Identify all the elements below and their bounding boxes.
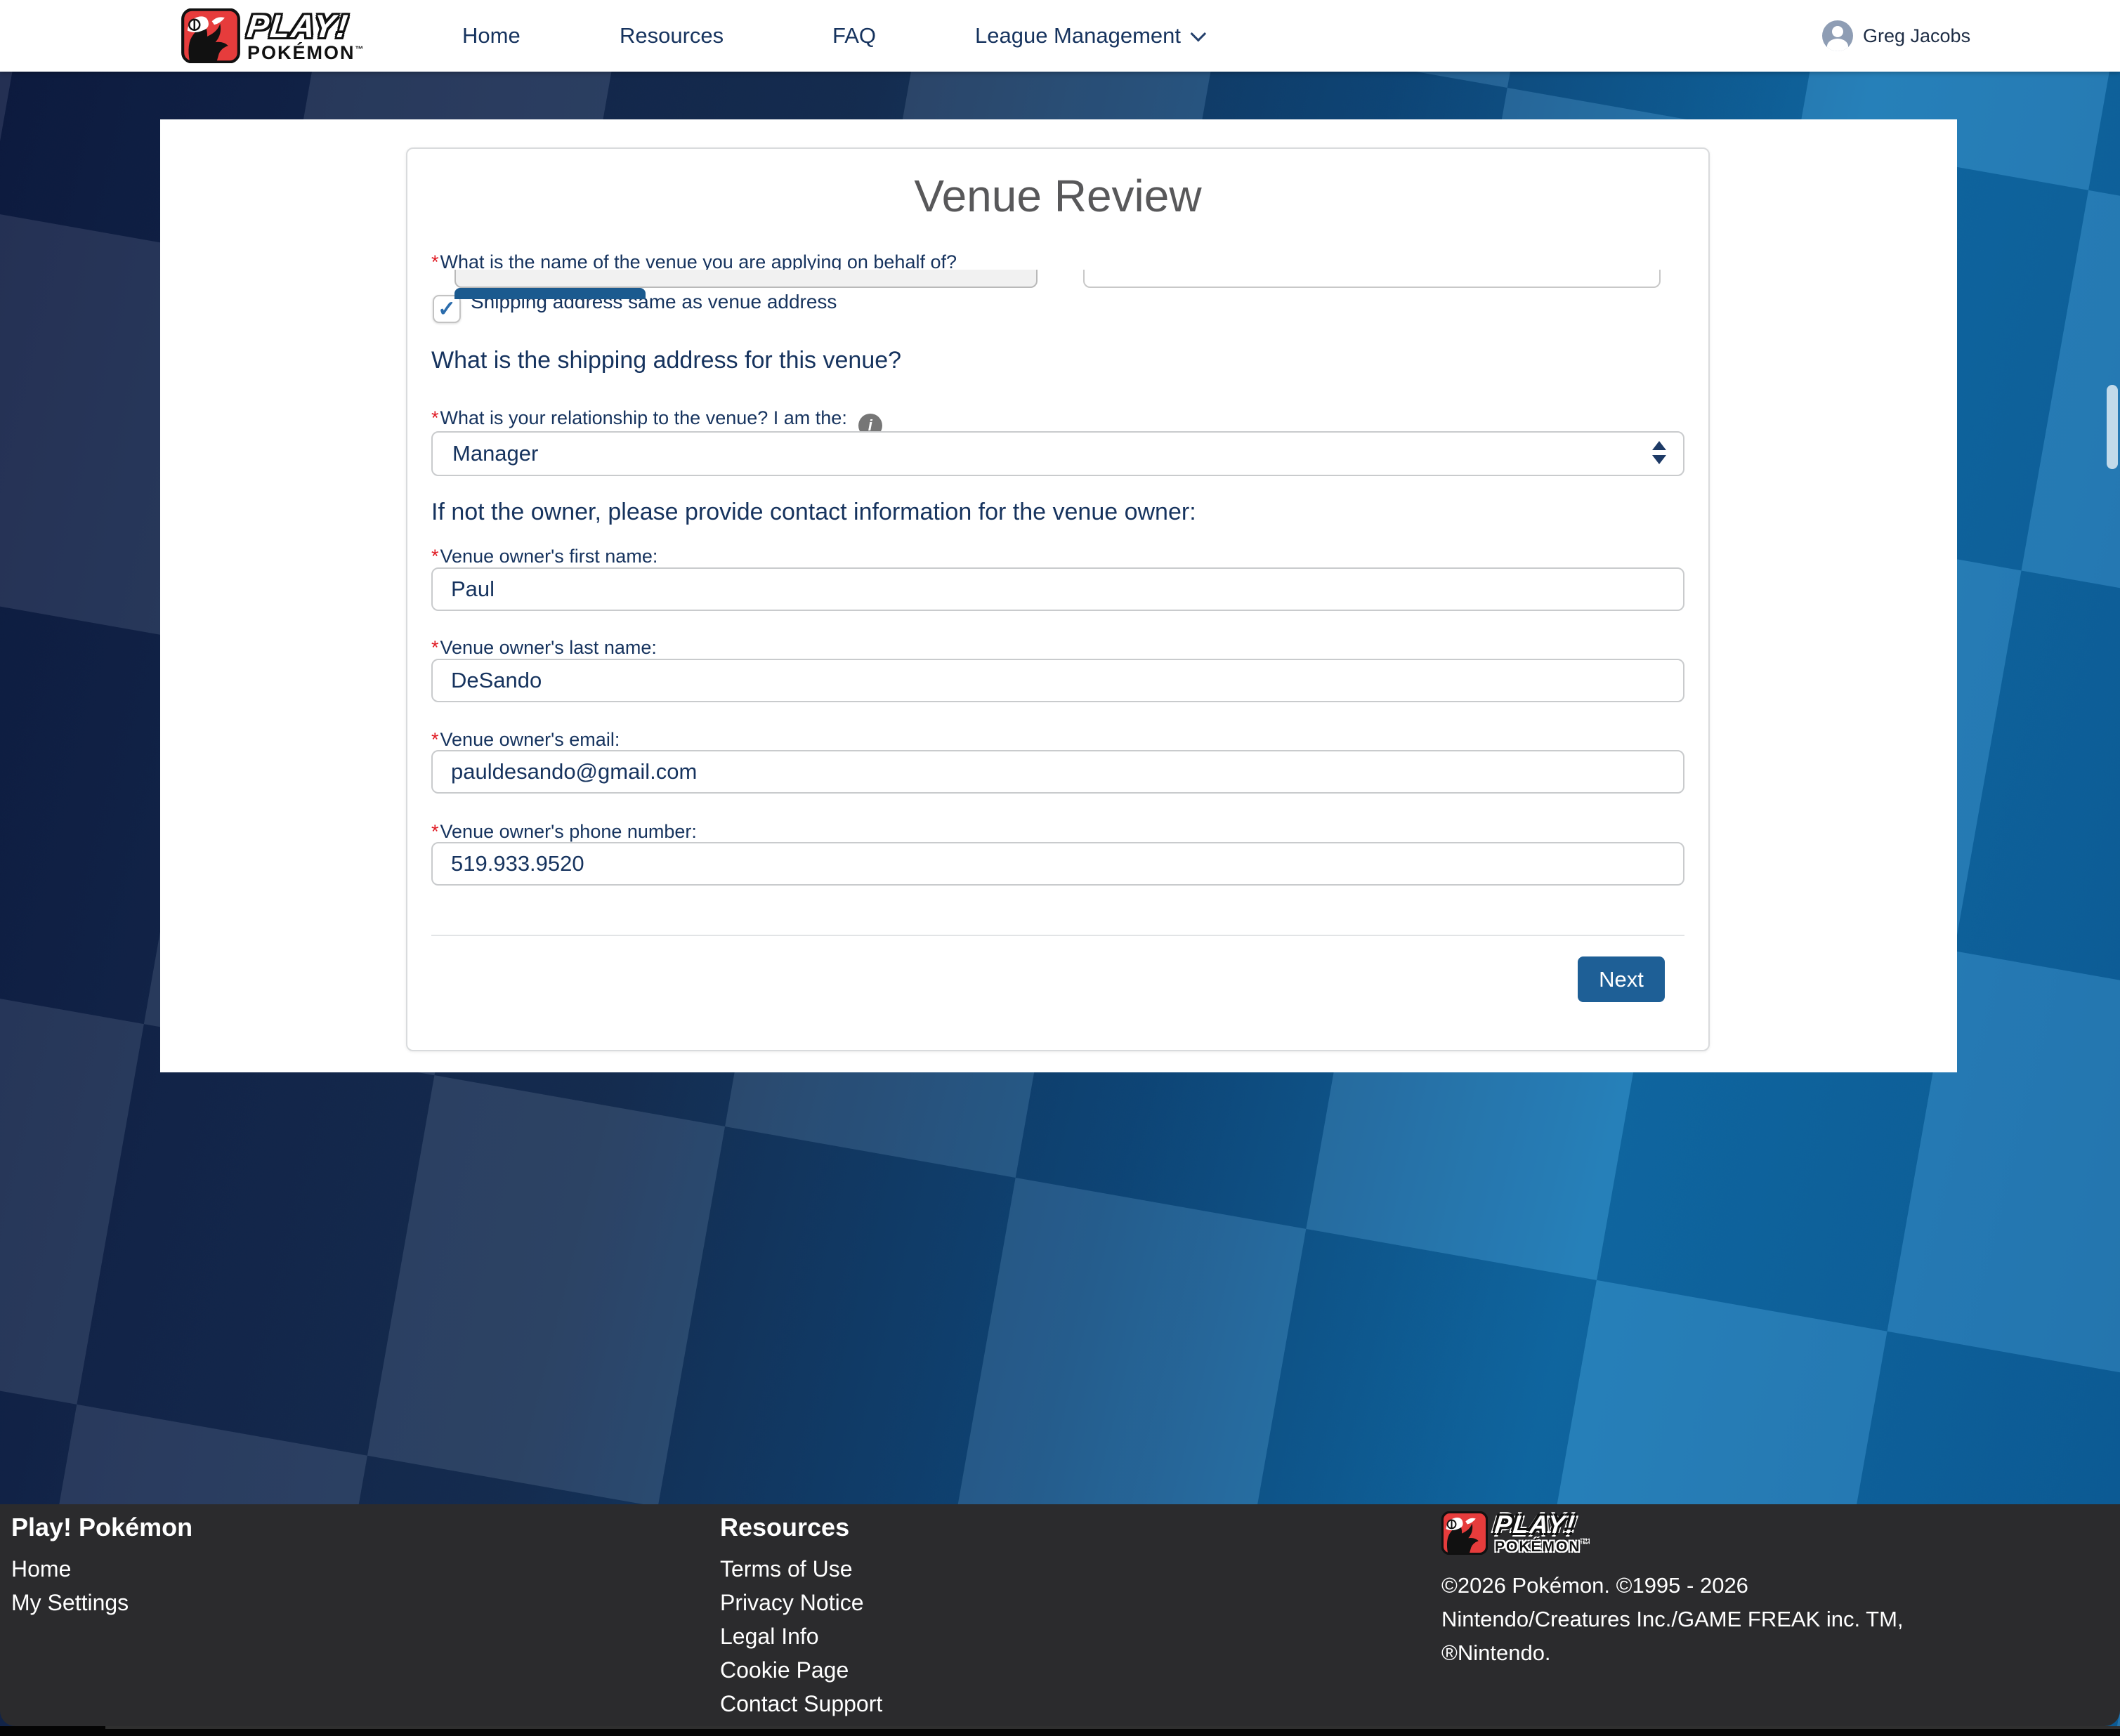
relationship-select[interactable]: Manager bbox=[431, 431, 1684, 476]
relationship-selected-value: Manager bbox=[452, 441, 538, 466]
nav-link-resources[interactable]: Resources bbox=[620, 0, 724, 72]
required-marker: * bbox=[431, 729, 439, 750]
owner-contact-heading: If not the owner, please provide contact… bbox=[431, 499, 1196, 526]
owner-email-input[interactable] bbox=[431, 750, 1684, 794]
scrollbar-thumb[interactable] bbox=[2107, 385, 2118, 469]
footer-resources-heading: Resources bbox=[720, 1513, 849, 1542]
footer-link-privacy-notice[interactable]: Privacy Notice bbox=[720, 1590, 864, 1616]
footer-link-contact-support[interactable]: Contact Support bbox=[720, 1691, 882, 1717]
section-divider bbox=[431, 935, 1684, 936]
footer-link-cookie-page[interactable]: Cookie Page bbox=[720, 1657, 849, 1683]
play-pokemon-wordmark: PLAY! POKÉMON™ bbox=[1495, 1512, 1591, 1554]
venue-name-input-row bbox=[407, 270, 1711, 288]
venue-name-input-right[interactable] bbox=[1083, 270, 1661, 288]
chevron-down-icon bbox=[1191, 26, 1207, 42]
required-marker: * bbox=[431, 637, 439, 658]
wordmark-pokemon: POKÉMON™ bbox=[1495, 1539, 1591, 1554]
focus-highlight-bar bbox=[454, 288, 646, 299]
footer-link-my-settings[interactable]: My Settings bbox=[11, 1590, 129, 1616]
copyright-line-1: ©2026 Pokémon. ©1995 - 2026 bbox=[1441, 1569, 1748, 1603]
footer-link-home[interactable]: Home bbox=[11, 1556, 71, 1582]
required-marker: * bbox=[431, 546, 439, 567]
footer-link-legal-info[interactable]: Legal Info bbox=[720, 1624, 819, 1650]
play-pokemon-wordmark: PLAY! POKÉMON™ bbox=[247, 10, 365, 63]
required-marker: * bbox=[431, 407, 439, 428]
bottom-window-edge bbox=[0, 1726, 2120, 1736]
footer-link-terms-of-use[interactable]: Terms of Use bbox=[720, 1556, 852, 1582]
footer-play-pokemon-logo: PLAY! POKÉMON™ bbox=[1441, 1511, 1591, 1555]
play-pokemon-logo[interactable]: PLAY! POKÉMON™ bbox=[181, 8, 365, 63]
nav-link-faq[interactable]: FAQ bbox=[832, 0, 876, 72]
select-spinner-icon bbox=[1652, 441, 1666, 464]
shipping-same-checkbox[interactable]: ✓ bbox=[433, 295, 461, 323]
owner-last-name-label: *Venue owner's last name: bbox=[431, 637, 657, 659]
owner-first-name-input[interactable] bbox=[431, 567, 1684, 611]
wordmark-play: PLAY! bbox=[246, 10, 367, 42]
required-marker: * bbox=[431, 821, 439, 842]
owner-phone-label: *Venue owner's phone number: bbox=[431, 821, 697, 843]
owner-email-label: *Venue owner's email: bbox=[431, 729, 620, 751]
owner-last-name-input[interactable] bbox=[431, 659, 1684, 702]
footer-brand-heading: Play! Pokémon bbox=[11, 1513, 192, 1542]
next-button[interactable]: Next bbox=[1578, 956, 1665, 1002]
window-edge-highlight bbox=[105, 1726, 2120, 1729]
page-footer: Play! Pokémon Home My Settings Resources… bbox=[0, 1504, 2120, 1726]
top-navigation-bar: PLAY! POKÉMON™ Home Resources FAQ League… bbox=[0, 0, 2120, 72]
trademark-symbol: ™ bbox=[1581, 1538, 1591, 1548]
play-pokemon-logo-badge-icon bbox=[181, 8, 240, 63]
content-panel: Venue Review *What is the name of the ve… bbox=[160, 119, 1957, 1072]
venue-name-input-left[interactable] bbox=[454, 270, 1038, 288]
play-pokemon-logo-badge-icon bbox=[1441, 1511, 1488, 1555]
checkmark-icon: ✓ bbox=[438, 296, 456, 322]
nav-link-home[interactable]: Home bbox=[462, 0, 521, 72]
user-avatar-icon[interactable] bbox=[1822, 20, 1853, 51]
wordmark-pokemon: POKÉMON™ bbox=[247, 44, 365, 63]
trademark-symbol: ™ bbox=[355, 44, 365, 54]
venue-review-card: Venue Review *What is the name of the ve… bbox=[406, 147, 1710, 1051]
page-title: Venue Review bbox=[407, 170, 1708, 222]
shipping-address-heading: What is the shipping address for this ve… bbox=[431, 347, 901, 374]
copyright-line-2: Nintendo/Creatures Inc./GAME FREAK inc. … bbox=[1441, 1603, 1904, 1636]
user-name[interactable]: Greg Jacobs bbox=[1863, 0, 1970, 72]
nav-dropdown-league-management[interactable]: League Management bbox=[975, 0, 1202, 72]
copyright-line-3: ®Nintendo. bbox=[1441, 1636, 1551, 1670]
wordmark-play: PLAY! bbox=[1493, 1512, 1592, 1537]
nav-dropdown-label: League Management bbox=[975, 23, 1181, 48]
owner-first-name-label: *Venue owner's first name: bbox=[431, 546, 657, 567]
owner-phone-input[interactable] bbox=[431, 842, 1684, 886]
